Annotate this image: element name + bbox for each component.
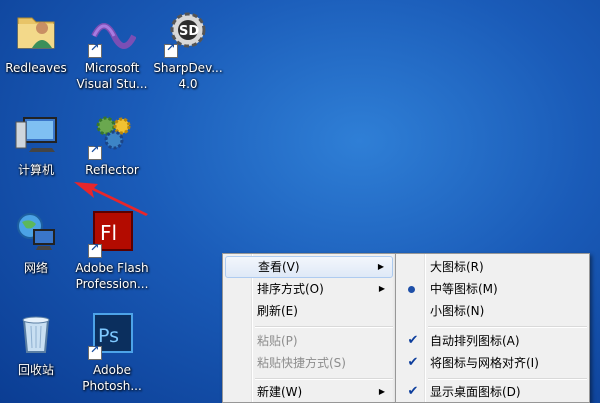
menu-separator bbox=[428, 378, 587, 380]
icon-label: 回收站 bbox=[17, 363, 54, 377]
submenu-item-large-icons[interactable]: 大图标(R) bbox=[398, 256, 587, 278]
menu-item-label: 新建(W) bbox=[257, 385, 303, 399]
desktop-icon-redleaves[interactable]: Redleaves bbox=[0, 8, 76, 76]
menu-item-paste[interactable]: 粘贴(P) bbox=[225, 330, 393, 352]
menu-item-view[interactable]: 查看(V) ▶ bbox=[225, 256, 393, 278]
svg-text:Ps: Ps bbox=[98, 325, 119, 347]
user-folder-icon bbox=[12, 8, 60, 56]
menu-item-label: 粘贴快捷方式(S) bbox=[257, 356, 346, 370]
menu-item-label: 排序方式(O) bbox=[257, 282, 324, 296]
menu-item-label: 刷新(E) bbox=[257, 304, 298, 318]
view-submenu: 大图标(R) 中等图标(M) 小图标(N) ✔ 自动排列图标(A) ✔ 将图标与… bbox=[395, 253, 590, 403]
submenu-arrow-icon: ▶ bbox=[377, 262, 384, 271]
icon-label: Adobe Photosh... bbox=[82, 363, 142, 393]
checkmark-icon: ✔ bbox=[407, 384, 419, 399]
desktop-icon-adobe-photoshop[interactable]: Ps Adobe Photosh... bbox=[72, 310, 152, 394]
menu-item-sort-by[interactable]: 排序方式(O) ▶ bbox=[225, 278, 393, 300]
menu-item-label: 小图标(N) bbox=[430, 304, 485, 318]
icon-label: Microsoft Visual Stu... bbox=[76, 61, 148, 91]
recycle-bin-icon bbox=[12, 310, 60, 358]
menu-item-label: 大图标(R) bbox=[430, 260, 484, 274]
checkmark-icon: ✔ bbox=[407, 333, 419, 348]
submenu-item-medium-icons[interactable]: 中等图标(M) bbox=[398, 278, 587, 300]
submenu-item-show-desktop-icons[interactable]: ✔ 显示桌面图标(D) bbox=[398, 381, 587, 403]
menu-separator bbox=[255, 326, 393, 328]
desktop-icon-reflector[interactable]: Reflector bbox=[72, 110, 152, 178]
desktop-icon-sharpdevelop[interactable]: SD SharpDev... 4.0 bbox=[148, 8, 228, 92]
menu-item-new[interactable]: 新建(W) ▶ bbox=[225, 381, 393, 403]
visual-studio-icon bbox=[88, 8, 137, 58]
desktop-context-menu: 查看(V) ▶ 排序方式(O) ▶ 刷新(E) 粘贴(P) 粘贴快捷方式(S) … bbox=[222, 253, 396, 403]
menu-item-label: 将图标与网格对齐(I) bbox=[430, 356, 539, 370]
menu-separator bbox=[255, 378, 393, 380]
menu-item-label: 查看(V) bbox=[258, 260, 300, 274]
icon-label: Redleaves bbox=[5, 61, 67, 75]
shortcut-arrow-icon bbox=[164, 41, 178, 58]
svg-text:Fl: Fl bbox=[100, 221, 117, 245]
icon-label: Adobe Flash Profession... bbox=[75, 261, 149, 291]
submenu-arrow-icon: ▶ bbox=[378, 387, 385, 396]
icon-label: Reflector bbox=[85, 163, 139, 177]
desktop-icon-computer[interactable]: 计算机 bbox=[0, 110, 76, 178]
icon-label: 网络 bbox=[23, 261, 48, 275]
menu-item-label: 中等图标(M) bbox=[430, 282, 498, 296]
desktop-icon-network[interactable]: 网络 bbox=[0, 208, 76, 276]
menu-item-label: 粘贴(P) bbox=[257, 334, 298, 348]
menu-item-refresh[interactable]: 刷新(E) bbox=[225, 300, 393, 322]
shortcut-arrow-icon bbox=[88, 41, 102, 58]
computer-icon bbox=[12, 110, 60, 158]
shortcut-arrow-icon bbox=[88, 143, 102, 160]
checkmark-icon: ✔ bbox=[407, 355, 419, 370]
network-icon bbox=[12, 208, 60, 256]
submenu-item-align-to-grid[interactable]: ✔ 将图标与网格对齐(I) bbox=[398, 352, 587, 374]
menu-item-paste-shortcut[interactable]: 粘贴快捷方式(S) bbox=[225, 352, 393, 374]
svg-text:SD: SD bbox=[179, 24, 199, 39]
desktop-icon-visual-studio[interactable]: Microsoft Visual Stu... bbox=[72, 8, 152, 92]
desktop-icon-adobe-flash[interactable]: Fl Adobe Flash Profession... bbox=[72, 208, 152, 292]
submenu-item-auto-arrange[interactable]: ✔ 自动排列图标(A) bbox=[398, 330, 587, 352]
desktop-icon-recycle-bin[interactable]: 回收站 bbox=[0, 310, 76, 378]
annotation-arrow-icon bbox=[74, 182, 148, 216]
radio-bullet-icon bbox=[408, 286, 415, 293]
shortcut-arrow-icon bbox=[88, 343, 102, 360]
icon-label: 计算机 bbox=[17, 163, 54, 177]
submenu-arrow-icon: ▶ bbox=[378, 284, 385, 293]
adobe-photoshop-icon: Ps bbox=[88, 310, 136, 360]
icon-label: SharpDev... 4.0 bbox=[153, 61, 223, 91]
menu-item-label: 自动排列图标(A) bbox=[430, 334, 520, 348]
sharpdevelop-icon: SD bbox=[164, 8, 212, 58]
menu-separator bbox=[428, 326, 587, 328]
reflector-icon bbox=[88, 110, 136, 160]
submenu-item-small-icons[interactable]: 小图标(N) bbox=[398, 300, 587, 322]
menu-item-label: 显示桌面图标(D) bbox=[430, 385, 521, 399]
shortcut-arrow-icon bbox=[88, 241, 102, 258]
